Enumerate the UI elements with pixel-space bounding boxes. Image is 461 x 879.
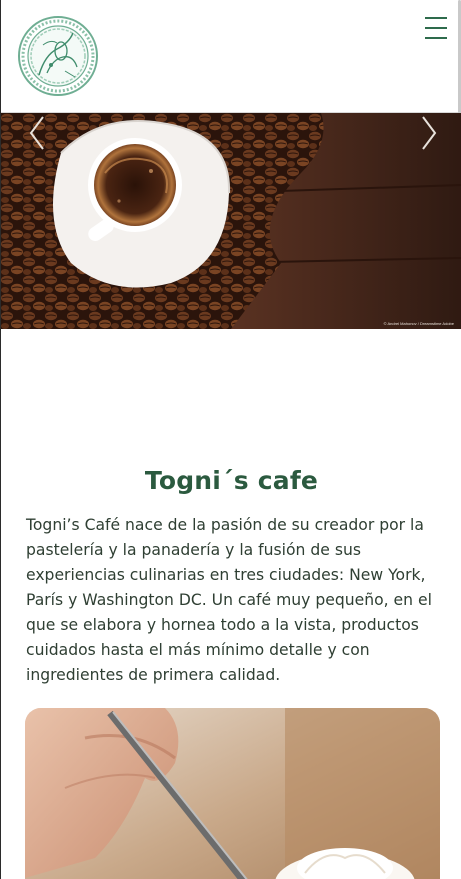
- site-header: [1, 0, 461, 113]
- cafe-description: Togni’s Café nace de la pasión de su cre…: [26, 516, 432, 684]
- chevron-right-icon[interactable]: [415, 113, 441, 153]
- image-credit: © Andrei Mahonov / Dreamstime Adobe: [383, 321, 454, 326]
- hand-piping-image: [25, 708, 440, 879]
- chevron-left-icon[interactable]: [25, 113, 51, 153]
- hamburger-menu-icon[interactable]: [425, 16, 447, 40]
- pastry-photo: [25, 708, 440, 879]
- hero-coffee-image: [1, 113, 461, 329]
- hero-carousel: © Andrei Mahonov / Dreamstime Adobe: [1, 113, 461, 329]
- cafe-logo[interactable]: [17, 15, 99, 97]
- page: © Andrei Mahonov / Dreamstime Adobe Togn…: [0, 0, 461, 879]
- page-title: Togni´s cafe: [144, 466, 319, 495]
